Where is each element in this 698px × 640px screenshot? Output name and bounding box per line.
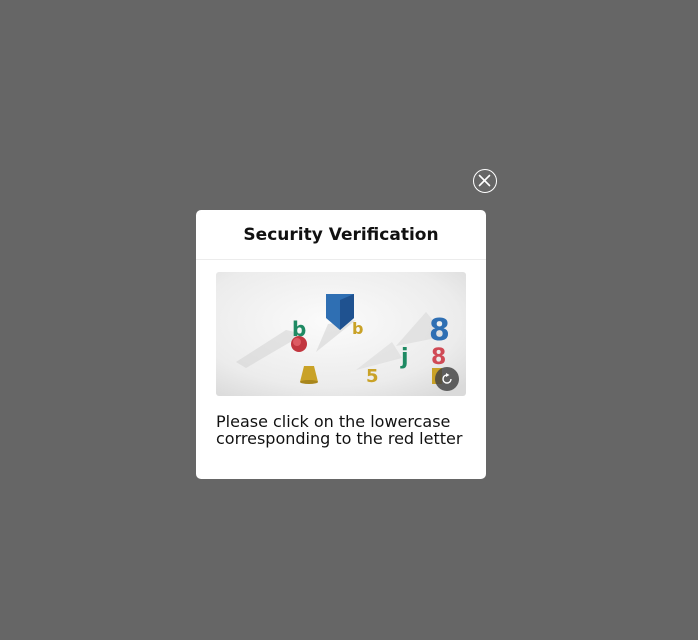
refresh-button[interactable] bbox=[435, 367, 459, 391]
captcha-scene: b b j 8 8 5 bbox=[216, 272, 466, 396]
captcha-glyph: 8 bbox=[429, 313, 450, 348]
close-icon bbox=[478, 174, 491, 187]
dialog-title: Security Verification bbox=[243, 224, 439, 245]
yellow-cone-base bbox=[300, 380, 318, 384]
refresh-icon bbox=[442, 373, 452, 384]
captcha-glyph: b bbox=[352, 319, 363, 338]
captcha-glyph: j bbox=[400, 345, 409, 370]
captcha-glyph: 5 bbox=[366, 366, 379, 387]
captcha-glyph: b bbox=[292, 317, 306, 341]
captcha-image[interactable]: b b j 8 8 5 bbox=[216, 272, 466, 396]
instruction-text: Please click on the lowercase correspond… bbox=[216, 412, 463, 448]
security-verification-dialog: Security Verification b b j 8 8 5 Please… bbox=[196, 210, 486, 479]
close-button[interactable] bbox=[473, 169, 497, 193]
dialog-header: Security Verification bbox=[196, 210, 486, 260]
